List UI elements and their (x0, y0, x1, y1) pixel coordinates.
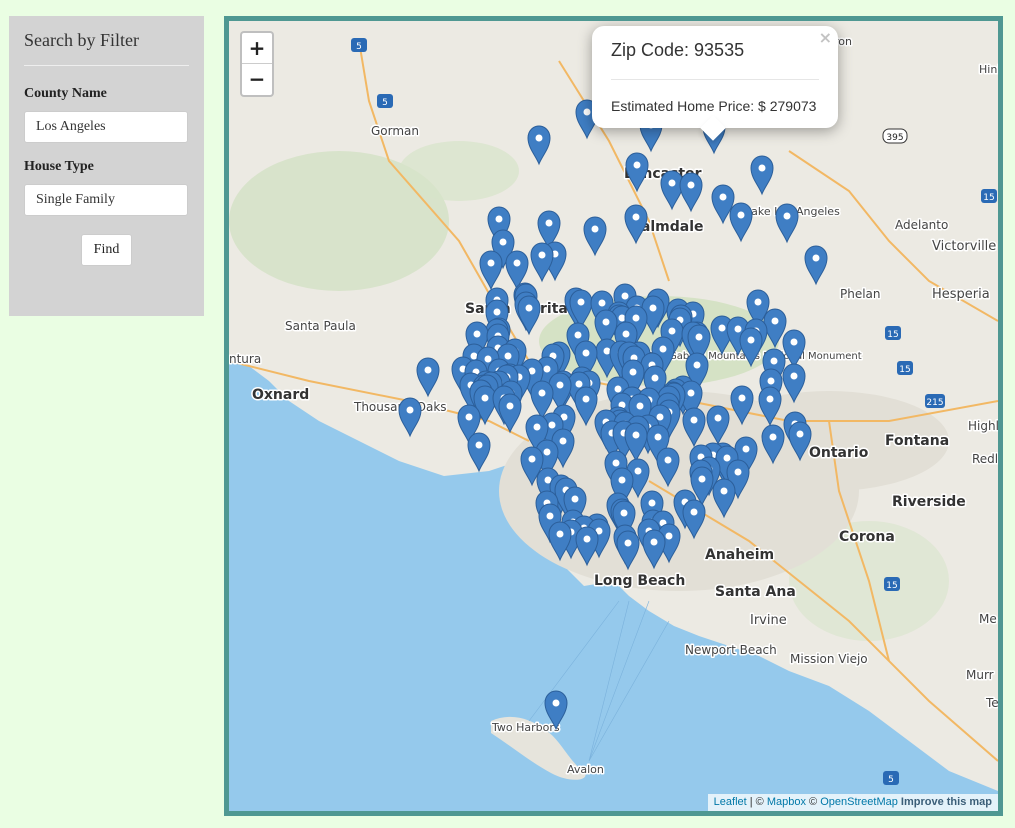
place-temecula: Te (985, 696, 998, 710)
svg-text:5: 5 (382, 98, 388, 108)
leaflet-link[interactable]: Leaflet (714, 796, 747, 808)
place-ontario: Ontario (809, 445, 869, 461)
find-button[interactable]: Find (81, 234, 132, 266)
place-fontana: Fontana (885, 433, 949, 449)
house-marker-icon[interactable] (467, 432, 491, 473)
svg-text:395: 395 (886, 133, 903, 143)
sidebar-divider (24, 65, 189, 66)
svg-text:5: 5 (356, 42, 362, 52)
place-adelanto: Adelanto (895, 218, 948, 232)
marker-popup: × Zip Code: 93535 Estimated Home Price: … (592, 26, 838, 141)
map-tiles[interactable]: Gorman Lancaster Palmdale Lake Los Angel… (229, 21, 998, 811)
county-label: County Name (24, 86, 107, 101)
place-santa-ana: Santa Ana (715, 584, 796, 600)
popup-divider (611, 79, 819, 80)
map-container[interactable]: Gorman Lancaster Palmdale Lake Los Angel… (224, 16, 1003, 816)
place-redlands: Redl (972, 452, 998, 466)
place-riverside: Riverside (892, 494, 966, 510)
place-phelan: Phelan (840, 287, 881, 301)
house-marker-icon[interactable] (729, 202, 753, 243)
county-input[interactable] (24, 111, 188, 143)
house-marker-icon[interactable] (625, 152, 649, 193)
place-mission-viejo: Mission Viejo (790, 652, 868, 666)
improve-map-link[interactable]: Improve this map (901, 796, 992, 808)
place-hesperia: Hesperia (932, 287, 990, 302)
place-highland: Highl (968, 419, 998, 433)
svg-text:15: 15 (886, 581, 897, 591)
house-marker-icon[interactable] (517, 295, 541, 336)
house-marker-icon[interactable] (679, 172, 703, 213)
zoom-in-button[interactable]: + (242, 33, 272, 64)
house-marker-icon[interactable] (498, 393, 522, 434)
house-marker-icon[interactable] (804, 245, 828, 286)
place-newport-beach: Newport Beach (685, 643, 777, 657)
svg-text:15: 15 (899, 365, 910, 375)
map-attribution: Leaflet | © Mapbox © OpenStreetMap Impro… (707, 794, 998, 811)
svg-text:215: 215 (926, 398, 943, 408)
house-type-input[interactable] (24, 184, 188, 216)
house-marker-icon[interactable] (782, 329, 806, 370)
house-marker-icon[interactable] (660, 170, 684, 211)
house-marker-icon[interactable] (527, 125, 551, 166)
place-menifee: Me (979, 612, 997, 626)
popup-zip-code: Zip Code: 93535 (611, 40, 745, 60)
place-gorman: Gorman (371, 124, 419, 138)
sidebar-title: Search by Filter (24, 30, 139, 50)
place-two-harbors: Two Harbors (491, 721, 560, 734)
svg-text:15: 15 (887, 330, 898, 340)
svg-text:15: 15 (983, 193, 994, 203)
house-marker-icon[interactable] (416, 357, 440, 398)
place-avalon: Avalon (567, 763, 604, 776)
place-corona: Corona (839, 529, 895, 545)
place-ventura: ntura (229, 352, 261, 366)
osm-link[interactable]: OpenStreetMap (820, 796, 898, 808)
zoom-out-button[interactable]: − (242, 64, 272, 94)
svg-text:5: 5 (888, 775, 894, 785)
popup-close-button[interactable]: × (819, 28, 832, 47)
place-santa-paula: Santa Paula (285, 319, 356, 333)
place-long-beach: Long Beach (594, 573, 685, 589)
house-marker-icon[interactable] (398, 397, 422, 438)
house-marker-icon[interactable] (750, 155, 774, 196)
house-marker-icon[interactable] (530, 242, 554, 283)
zoom-control: + − (240, 31, 274, 97)
place-hinkley: Hink (979, 63, 998, 76)
house-marker-icon[interactable] (624, 204, 648, 245)
popup-price: Estimated Home Price: $ 279073 (611, 98, 817, 114)
place-victorville: Victorville (932, 239, 996, 254)
house-type-label: House Type (24, 159, 94, 174)
house-marker-icon[interactable] (583, 216, 607, 257)
house-marker-icon[interactable] (775, 203, 799, 244)
place-irvine: Irvine (750, 613, 787, 628)
place-anaheim: Anaheim (705, 547, 774, 563)
place-oxnard: Oxnard (252, 387, 309, 403)
mapbox-link[interactable]: Mapbox (767, 796, 806, 808)
place-murrieta: Murr (966, 668, 994, 682)
filter-sidebar: Search by Filter County Name House Type … (9, 16, 204, 316)
